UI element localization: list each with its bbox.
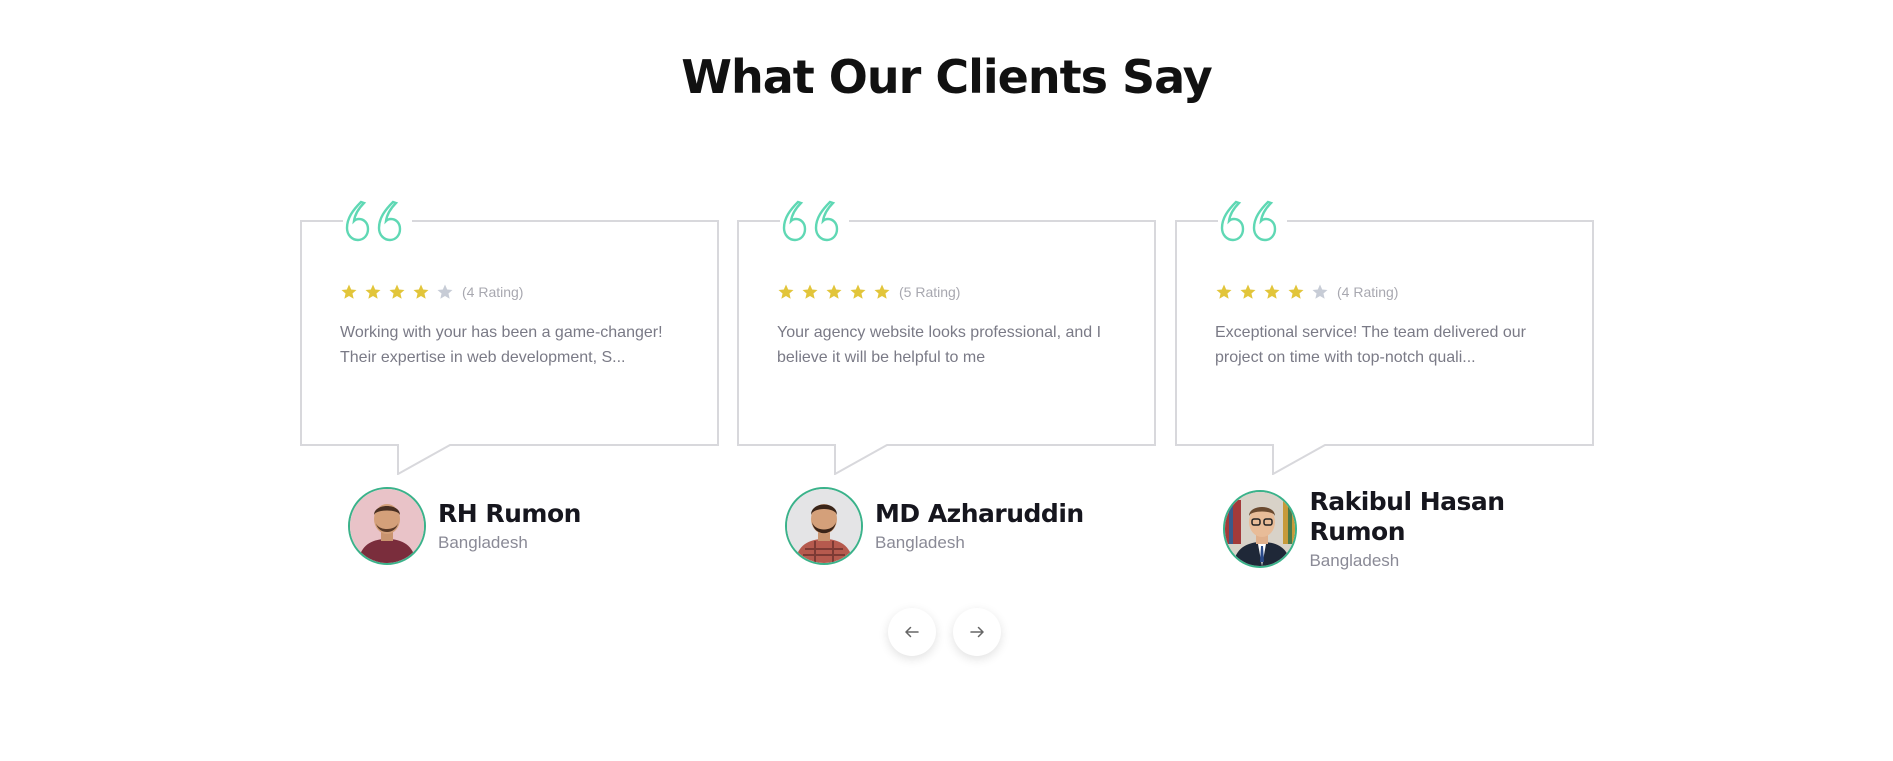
testimonial-bubble: (4 Rating) Working with your has been a … <box>300 195 719 475</box>
avatar <box>348 487 426 565</box>
rating-label: (5 Rating) <box>899 284 961 300</box>
star-filled-icon <box>341 284 357 299</box>
author-name: MD Azharuddin <box>875 499 1084 528</box>
testimonial-card: (4 Rating) Exceptional service! The team… <box>1175 195 1594 585</box>
author-country: Bangladesh <box>875 533 965 552</box>
rating: (4 Rating) <box>340 282 523 302</box>
star-filled-icon <box>778 284 794 299</box>
review-text: Your agency website looks professional, … <box>777 324 1102 366</box>
testimonial-card: (4 Rating) Working with your has been a … <box>300 195 719 585</box>
next-button[interactable] <box>953 608 1001 656</box>
star-filled-icon <box>1288 284 1304 299</box>
rating-label: (4 Rating) <box>462 284 524 300</box>
author: Rakibul Hasan Rumon Bangladesh <box>1223 487 1594 571</box>
quote-icon <box>782 200 839 242</box>
rating-label: (4 Rating) <box>1337 284 1399 300</box>
author-country: Bangladesh <box>1309 551 1400 570</box>
testimonial-slider[interactable]: (4 Rating) Working with your has been a … <box>300 195 1594 585</box>
author-name: RH Rumon <box>438 499 581 528</box>
star-filled-icon <box>1264 284 1280 299</box>
author: MD Azharuddin Bangladesh <box>785 487 1084 565</box>
avatar <box>1223 490 1298 568</box>
section-title: What Our Clients Say <box>681 50 1212 104</box>
author-name: Rakibul Hasan Rumon <box>1309 487 1505 546</box>
testimonial-card: (5 Rating) Your agency website looks pro… <box>737 195 1156 585</box>
star-filled-icon <box>826 284 842 299</box>
star-filled-icon <box>874 284 890 299</box>
author: RH Rumon Bangladesh <box>348 487 581 565</box>
star-filled-icon <box>802 284 818 299</box>
star-filled-icon <box>365 284 381 299</box>
author-country: Bangladesh <box>438 533 528 552</box>
quote-icon <box>345 200 402 242</box>
star-filled-icon <box>850 284 866 299</box>
prev-button[interactable] <box>888 608 936 656</box>
avatar <box>785 487 863 565</box>
review-text: Exceptional service! The team delivered … <box>1215 324 1526 366</box>
rating: (4 Rating) <box>1215 282 1398 302</box>
star-filled-icon <box>413 284 429 299</box>
testimonial-bubble: (5 Rating) Your agency website looks pro… <box>737 195 1156 475</box>
quote-icon <box>1220 200 1277 242</box>
star-filled-icon <box>389 284 405 299</box>
arrow-right-icon <box>970 626 984 638</box>
star-empty-icon <box>437 284 453 299</box>
rating: (5 Rating) <box>777 282 960 302</box>
slider-navigation <box>888 608 1001 656</box>
star-filled-icon <box>1240 284 1256 299</box>
arrow-left-icon <box>905 626 919 638</box>
star-filled-icon <box>1216 284 1232 299</box>
testimonial-bubble: (4 Rating) Exceptional service! The team… <box>1175 195 1594 475</box>
star-empty-icon <box>1312 284 1328 299</box>
review-text: Working with your has been a game-change… <box>340 324 663 366</box>
